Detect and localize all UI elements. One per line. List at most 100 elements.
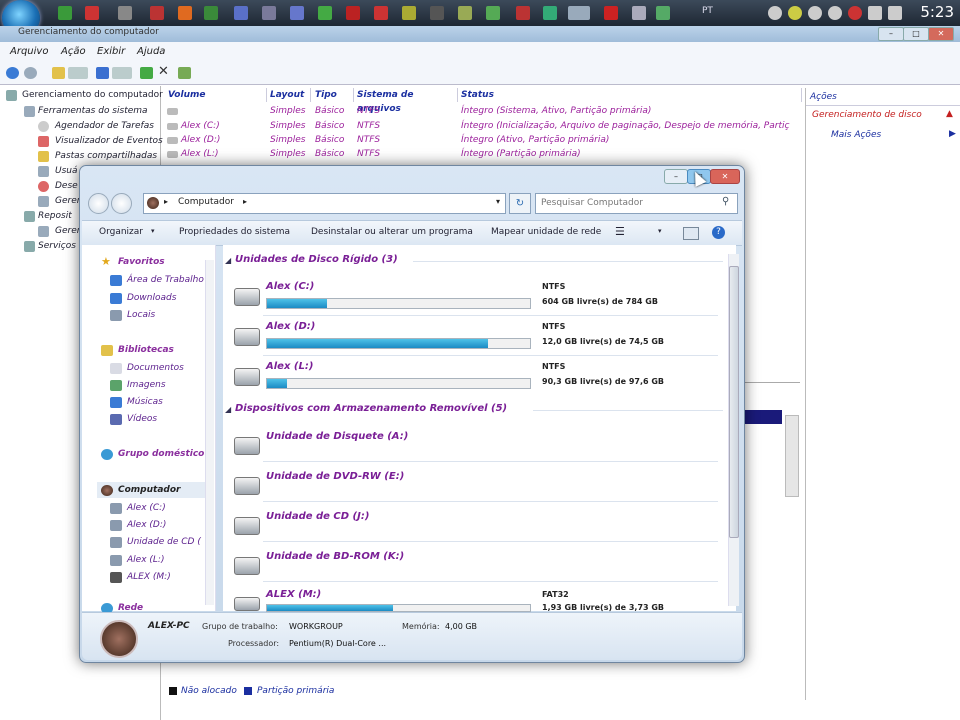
nav-desktop[interactable]: Área de Trabalho xyxy=(127,275,204,285)
breadcrumb-arrow-icon[interactable]: ▸ xyxy=(243,197,247,206)
tree-item-scheduler[interactable]: Agendador de Tarefas xyxy=(55,121,154,131)
column-filesystem[interactable]: Sistema de arquivos xyxy=(354,88,458,114)
nav-drive-l[interactable]: Alex (L:) xyxy=(127,555,164,565)
group-collapse-icon[interactable]: ◢ xyxy=(225,405,231,414)
diskmap-scrollbar[interactable] xyxy=(785,415,799,497)
menu-arquivo[interactable]: Arquivo xyxy=(10,46,48,57)
back-button[interactable] xyxy=(88,193,109,214)
nav-videos[interactable]: Vídeos xyxy=(127,414,157,424)
menu-acao[interactable]: Ação xyxy=(61,46,86,57)
nav-drive-d[interactable]: Alex (D:) xyxy=(127,520,166,530)
app-icon[interactable] xyxy=(516,6,530,20)
group-removable[interactable]: Dispositivos com Armazenamento Removível… xyxy=(235,403,507,414)
search-input[interactable]: Pesquisar Computador ⚲ xyxy=(535,193,738,214)
nav-drive-c[interactable]: Alex (C:) xyxy=(127,503,166,513)
app-icon[interactable] xyxy=(543,6,557,20)
app-icon[interactable] xyxy=(290,6,304,20)
tray-icon[interactable] xyxy=(768,6,782,20)
app-icon[interactable] xyxy=(632,6,646,20)
nav-computer[interactable]: Computador xyxy=(118,485,180,495)
app-icon[interactable] xyxy=(656,6,670,20)
tray-icon[interactable] xyxy=(808,6,822,20)
uninstall-program-button[interactable]: Desinstalar ou alterar um programa xyxy=(311,227,473,237)
app-icon[interactable] xyxy=(430,6,444,20)
delete-icon[interactable]: ✕ xyxy=(158,64,171,79)
column-volume[interactable]: Volume xyxy=(165,88,267,102)
properties-icon[interactable] xyxy=(178,67,191,79)
tree-item-storage[interactable]: Reposit xyxy=(38,211,72,221)
menu-ajuda[interactable]: Ajuda xyxy=(137,46,165,57)
forward-button[interactable] xyxy=(111,193,132,214)
volume-icon[interactable] xyxy=(888,6,902,20)
nav-drive-m[interactable]: ALEX (M:) xyxy=(127,572,171,582)
organize-button[interactable]: Organizar xyxy=(99,227,143,237)
group-hard-disks[interactable]: Unidades de Disco Rígido (3) xyxy=(235,254,398,265)
explorer-close-button[interactable]: ✕ xyxy=(710,169,740,184)
tree-item-services[interactable]: Serviços xyxy=(38,241,76,251)
help-icon[interactable] xyxy=(96,67,109,79)
minimize-button[interactable]: – xyxy=(878,27,904,41)
view-icon[interactable] xyxy=(112,67,132,79)
app-icon[interactable] xyxy=(262,6,276,20)
app-icon[interactable] xyxy=(346,6,360,20)
tree-item-users[interactable]: Usuá xyxy=(55,166,78,176)
actions-disk-management[interactable]: Gerenciamento de disco xyxy=(812,110,922,120)
nav-pictures[interactable]: Imagens xyxy=(127,380,166,390)
menu-exibir[interactable]: Exibir xyxy=(97,46,125,57)
column-status[interactable]: Status xyxy=(458,88,802,102)
app-icon[interactable] xyxy=(458,6,472,20)
nav-music[interactable]: Músicas xyxy=(127,397,163,407)
nav-downloads[interactable]: Downloads xyxy=(127,293,176,303)
views-icon[interactable]: ☰ xyxy=(615,225,625,238)
explorer-minimize-button[interactable]: – xyxy=(664,169,688,184)
tree-item-performance[interactable]: Dese xyxy=(55,181,78,191)
nav-drive-cd[interactable]: Unidade de CD ( xyxy=(127,537,201,547)
app-icon[interactable] xyxy=(58,6,72,20)
back-icon[interactable] xyxy=(6,67,19,79)
tray-icon[interactable] xyxy=(868,6,882,20)
tray-icon[interactable] xyxy=(848,6,862,20)
nav-documents[interactable]: Documentos xyxy=(127,363,184,373)
column-layout[interactable]: Layout xyxy=(267,88,311,102)
system-properties-button[interactable]: Propriedades do sistema xyxy=(179,227,290,237)
language-indicator[interactable]: PT xyxy=(702,6,713,16)
tree-item-root[interactable]: Gerenciamento do computador xyxy=(22,90,163,100)
app-icon[interactable] xyxy=(318,6,332,20)
tray-icon[interactable] xyxy=(788,6,802,20)
actions-more[interactable]: Mais Ações xyxy=(831,130,881,140)
app-icon[interactable] xyxy=(568,6,590,20)
nav-places[interactable]: Locais xyxy=(127,310,155,320)
search-icon[interactable]: ⚲ xyxy=(722,196,729,207)
nav-scrollbar[interactable] xyxy=(205,260,214,605)
app-icon[interactable] xyxy=(234,6,248,20)
chevron-down-icon[interactable]: ▾ xyxy=(496,197,500,206)
preview-pane-icon[interactable] xyxy=(683,227,699,240)
nav-favorites[interactable]: Favoritos xyxy=(118,257,165,267)
app-icon[interactable] xyxy=(402,6,416,20)
show-tree-icon[interactable] xyxy=(68,67,88,79)
app-icon[interactable] xyxy=(374,6,388,20)
refresh-button[interactable]: ↻ xyxy=(509,193,531,214)
forward-icon[interactable] xyxy=(24,67,37,79)
group-collapse-icon[interactable]: ◢ xyxy=(225,256,231,265)
breadcrumb[interactable]: Computador xyxy=(178,197,234,207)
column-tipo[interactable]: Tipo xyxy=(312,88,354,102)
refresh-icon[interactable] xyxy=(140,67,153,79)
scrollbar-thumb[interactable] xyxy=(729,266,739,538)
map-network-drive-button[interactable]: Mapear unidade de rede xyxy=(491,227,601,237)
nav-libraries[interactable]: Bibliotecas xyxy=(118,345,174,355)
app-icon[interactable] xyxy=(150,6,164,20)
app-icon[interactable] xyxy=(118,6,132,20)
collapse-icon[interactable]: ▲ xyxy=(946,109,953,119)
tree-item-system-tools[interactable]: Ferramentas do sistema xyxy=(38,106,148,116)
app-icon[interactable] xyxy=(486,6,500,20)
nav-homegroup[interactable]: Grupo doméstico xyxy=(118,449,204,459)
tree-item-shared-folders[interactable]: Pastas compartilhadas xyxy=(55,151,157,161)
folder-up-icon[interactable] xyxy=(52,67,65,79)
chevron-down-icon[interactable]: ▾ xyxy=(658,227,662,235)
address-bar[interactable]: ▸ Computador ▸ ▾ xyxy=(143,193,506,214)
tray-icon[interactable] xyxy=(828,6,842,20)
app-icon[interactable] xyxy=(204,6,218,20)
close-button[interactable]: ✕ xyxy=(928,27,954,41)
tree-item-event-viewer[interactable]: Visualizador de Eventos xyxy=(55,136,163,146)
